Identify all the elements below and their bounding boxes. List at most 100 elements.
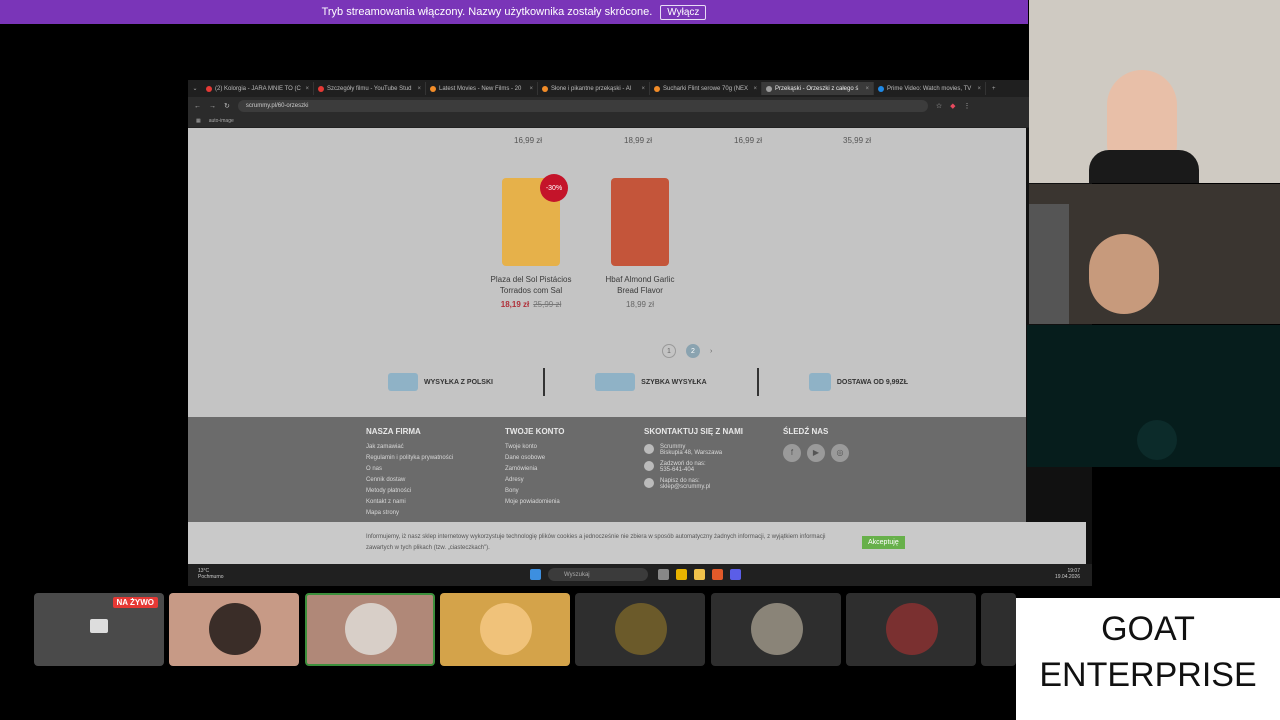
close-tab-icon[interactable]: × bbox=[417, 86, 421, 92]
footer-link[interactable]: O nas bbox=[366, 466, 453, 472]
forward-icon[interactable]: → bbox=[209, 103, 216, 110]
phone-link[interactable]: 535-641-404 bbox=[660, 467, 694, 473]
goat-enterprise-overlay: GOAT ENTERPRISE bbox=[1016, 598, 1280, 720]
close-tab-icon[interactable]: × bbox=[977, 86, 981, 92]
participant-tile[interactable] bbox=[846, 593, 976, 666]
footer-link[interactable]: Adresy bbox=[505, 477, 564, 483]
footer-link[interactable]: Jak zamawiać bbox=[366, 444, 453, 450]
new-tab-icon[interactable]: + bbox=[986, 86, 996, 92]
product-name[interactable]: Plaza del Sol Pistácios Torrados com Sal bbox=[476, 274, 586, 296]
browser-tab[interactable]: Szczegóły filmu - YouTube Stud × bbox=[314, 82, 426, 95]
product-card[interactable]: -30% Plaza del Sol Pistácios Torrados com… bbox=[476, 174, 586, 309]
page-current[interactable]: 2 bbox=[686, 344, 700, 358]
avatar bbox=[209, 603, 261, 655]
participant-tile[interactable] bbox=[575, 593, 705, 666]
tab-title: Latest Movies - New Films - 20 bbox=[439, 85, 522, 92]
discord-icon[interactable] bbox=[730, 569, 741, 580]
bookmark-item[interactable]: auto-image bbox=[209, 118, 234, 124]
cookie-banner: Informujemy, iż nasz sklep internetowy w… bbox=[188, 522, 1086, 564]
footer-link[interactable]: Mapa strony bbox=[366, 510, 453, 516]
next-page-icon[interactable]: › bbox=[710, 348, 712, 355]
weather-widget[interactable]: 13°C Pochmurno bbox=[198, 568, 224, 580]
product-name[interactable]: Hbaf Almond Garlic Bread Flavor bbox=[585, 274, 695, 296]
product-price: 18,99 zł bbox=[624, 136, 653, 145]
avatar bbox=[886, 603, 938, 655]
web-page: 16,99 zł 18,99 zł 16,99 zł 35,99 zł -30%… bbox=[188, 128, 1026, 568]
taskbar-search[interactable]: Wyszukaj bbox=[548, 568, 648, 581]
email-link[interactable]: sklep@scrummy.pl bbox=[660, 484, 710, 490]
streaming-mode-banner: Tryb streamowania włączony. Nazwy użytko… bbox=[0, 0, 1028, 24]
live-badge: NA ŻYWO bbox=[112, 597, 158, 608]
back-icon[interactable]: ← bbox=[194, 103, 201, 110]
youtube-icon[interactable]: ▶ bbox=[807, 444, 825, 462]
close-tab-icon[interactable]: × bbox=[529, 86, 533, 92]
close-tab-icon[interactable]: × bbox=[305, 86, 309, 92]
browser-tab-active[interactable]: Przekąski - Orzeszki z całego ś × bbox=[762, 82, 874, 95]
participant-tile-screen-share[interactable]: NA ŻYWO bbox=[34, 593, 164, 666]
start-windows-icon[interactable] bbox=[530, 569, 541, 580]
menu-icon[interactable]: ⋮ bbox=[964, 102, 971, 110]
close-tab-icon[interactable]: × bbox=[753, 86, 757, 92]
page-link[interactable]: 1 bbox=[662, 344, 676, 358]
person-face bbox=[1089, 234, 1159, 314]
footer-link[interactable]: Zamówienia bbox=[505, 466, 564, 472]
webcam-feed[interactable] bbox=[1029, 0, 1280, 183]
footer-link[interactable]: Metody płatności bbox=[366, 488, 453, 494]
participant-tile-speaking[interactable] bbox=[305, 593, 435, 666]
disable-streaming-button[interactable]: Wyłącz bbox=[660, 4, 707, 20]
delivery-truck-icon bbox=[595, 373, 636, 391]
reload-icon[interactable]: ↻ bbox=[224, 102, 230, 110]
avatar bbox=[480, 603, 532, 655]
phone-icon bbox=[644, 461, 654, 471]
tab-search-icon[interactable]: ⌄ bbox=[188, 85, 202, 92]
cart-icon bbox=[808, 373, 831, 391]
footer-link[interactable]: Twoje konto bbox=[505, 444, 564, 450]
participant-tile[interactable] bbox=[981, 593, 1016, 666]
taskbar-clock[interactable]: 19:07 19.04.2026 bbox=[1055, 568, 1080, 580]
chrome-icon[interactable] bbox=[676, 569, 687, 580]
product-image[interactable] bbox=[611, 178, 669, 266]
close-tab-icon[interactable]: × bbox=[865, 86, 869, 92]
browser-toolbar: ← → ↻ scrummy.pl/60-orzeszki ☆ ◆ ⋮ bbox=[188, 97, 1092, 115]
product-price: 16,99 zł bbox=[734, 136, 763, 145]
footer-heading: TWOJE KONTO bbox=[505, 427, 565, 436]
participant-tile[interactable] bbox=[440, 593, 570, 666]
participant-tile[interactable] bbox=[169, 593, 299, 666]
close-tab-icon[interactable]: × bbox=[641, 86, 645, 92]
footer-link[interactable]: Cennik dostaw bbox=[366, 477, 453, 483]
browser-tab[interactable]: Prime Video: Watch movies, TV × bbox=[874, 82, 986, 95]
footer-account-column: TWOJE KONTO Twoje konto Dane osobowe Zam… bbox=[505, 427, 564, 510]
tab-title: Sucharki Flint serowe 70g (NEX bbox=[663, 85, 749, 92]
footer-link[interactable]: Kontakt z nami bbox=[366, 499, 453, 505]
facebook-icon[interactable]: f bbox=[783, 444, 801, 462]
webcam-feed[interactable] bbox=[1029, 184, 1280, 324]
feature-delivery-price: DOSTAWA OD 9,99ZŁ bbox=[808, 373, 908, 391]
product-image[interactable]: -30% bbox=[502, 174, 568, 266]
footer-link[interactable]: Moje powiadomienia bbox=[505, 499, 564, 505]
footer-link[interactable]: Bony bbox=[505, 488, 564, 494]
participant-tile[interactable] bbox=[711, 593, 841, 666]
browser-tab[interactable]: Latest Movies - New Films - 20 × bbox=[426, 82, 538, 95]
browser-tab[interactable]: Sucharki Flint serowe 70g (NEX × bbox=[650, 82, 762, 95]
avatar bbox=[615, 603, 667, 655]
browser-tab[interactable]: Słone i pikantne przekąski - Al × bbox=[538, 82, 650, 95]
footer-link[interactable]: Dane osobowe bbox=[505, 455, 564, 461]
bookmark-star-icon[interactable]: ☆ bbox=[936, 102, 942, 110]
webcam-feed[interactable] bbox=[1027, 325, 1280, 467]
apps-grid-icon[interactable]: ▦ bbox=[196, 118, 201, 124]
allegro-favicon-icon bbox=[654, 85, 660, 92]
instagram-icon[interactable]: ◎ bbox=[831, 444, 849, 462]
browser-tab[interactable]: (2) Kolorgia - JARA MNIE TO (C × bbox=[202, 82, 314, 95]
product-price: 18,99 zł bbox=[625, 300, 655, 309]
file-explorer-icon[interactable] bbox=[694, 569, 705, 580]
address-bar[interactable]: scrummy.pl/60-orzeszki bbox=[237, 100, 928, 112]
accept-cookies-button[interactable]: Akceptuję bbox=[862, 536, 905, 549]
task-view-icon[interactable] bbox=[658, 569, 669, 580]
product-card[interactable]: Hbaf Almond Garlic Bread Flavor 18,99 zł bbox=[585, 178, 695, 309]
cookie-text: Informujemy, iż nasz sklep internetowy w… bbox=[366, 534, 826, 551]
allegro-favicon-icon bbox=[542, 85, 548, 92]
brave-icon[interactable] bbox=[712, 569, 723, 580]
footer-link[interactable]: Regulamin i polityka prywatności bbox=[366, 455, 453, 461]
extension-icon[interactable]: ◆ bbox=[950, 102, 955, 110]
tab-title: Prime Video: Watch movies, TV bbox=[887, 85, 972, 92]
